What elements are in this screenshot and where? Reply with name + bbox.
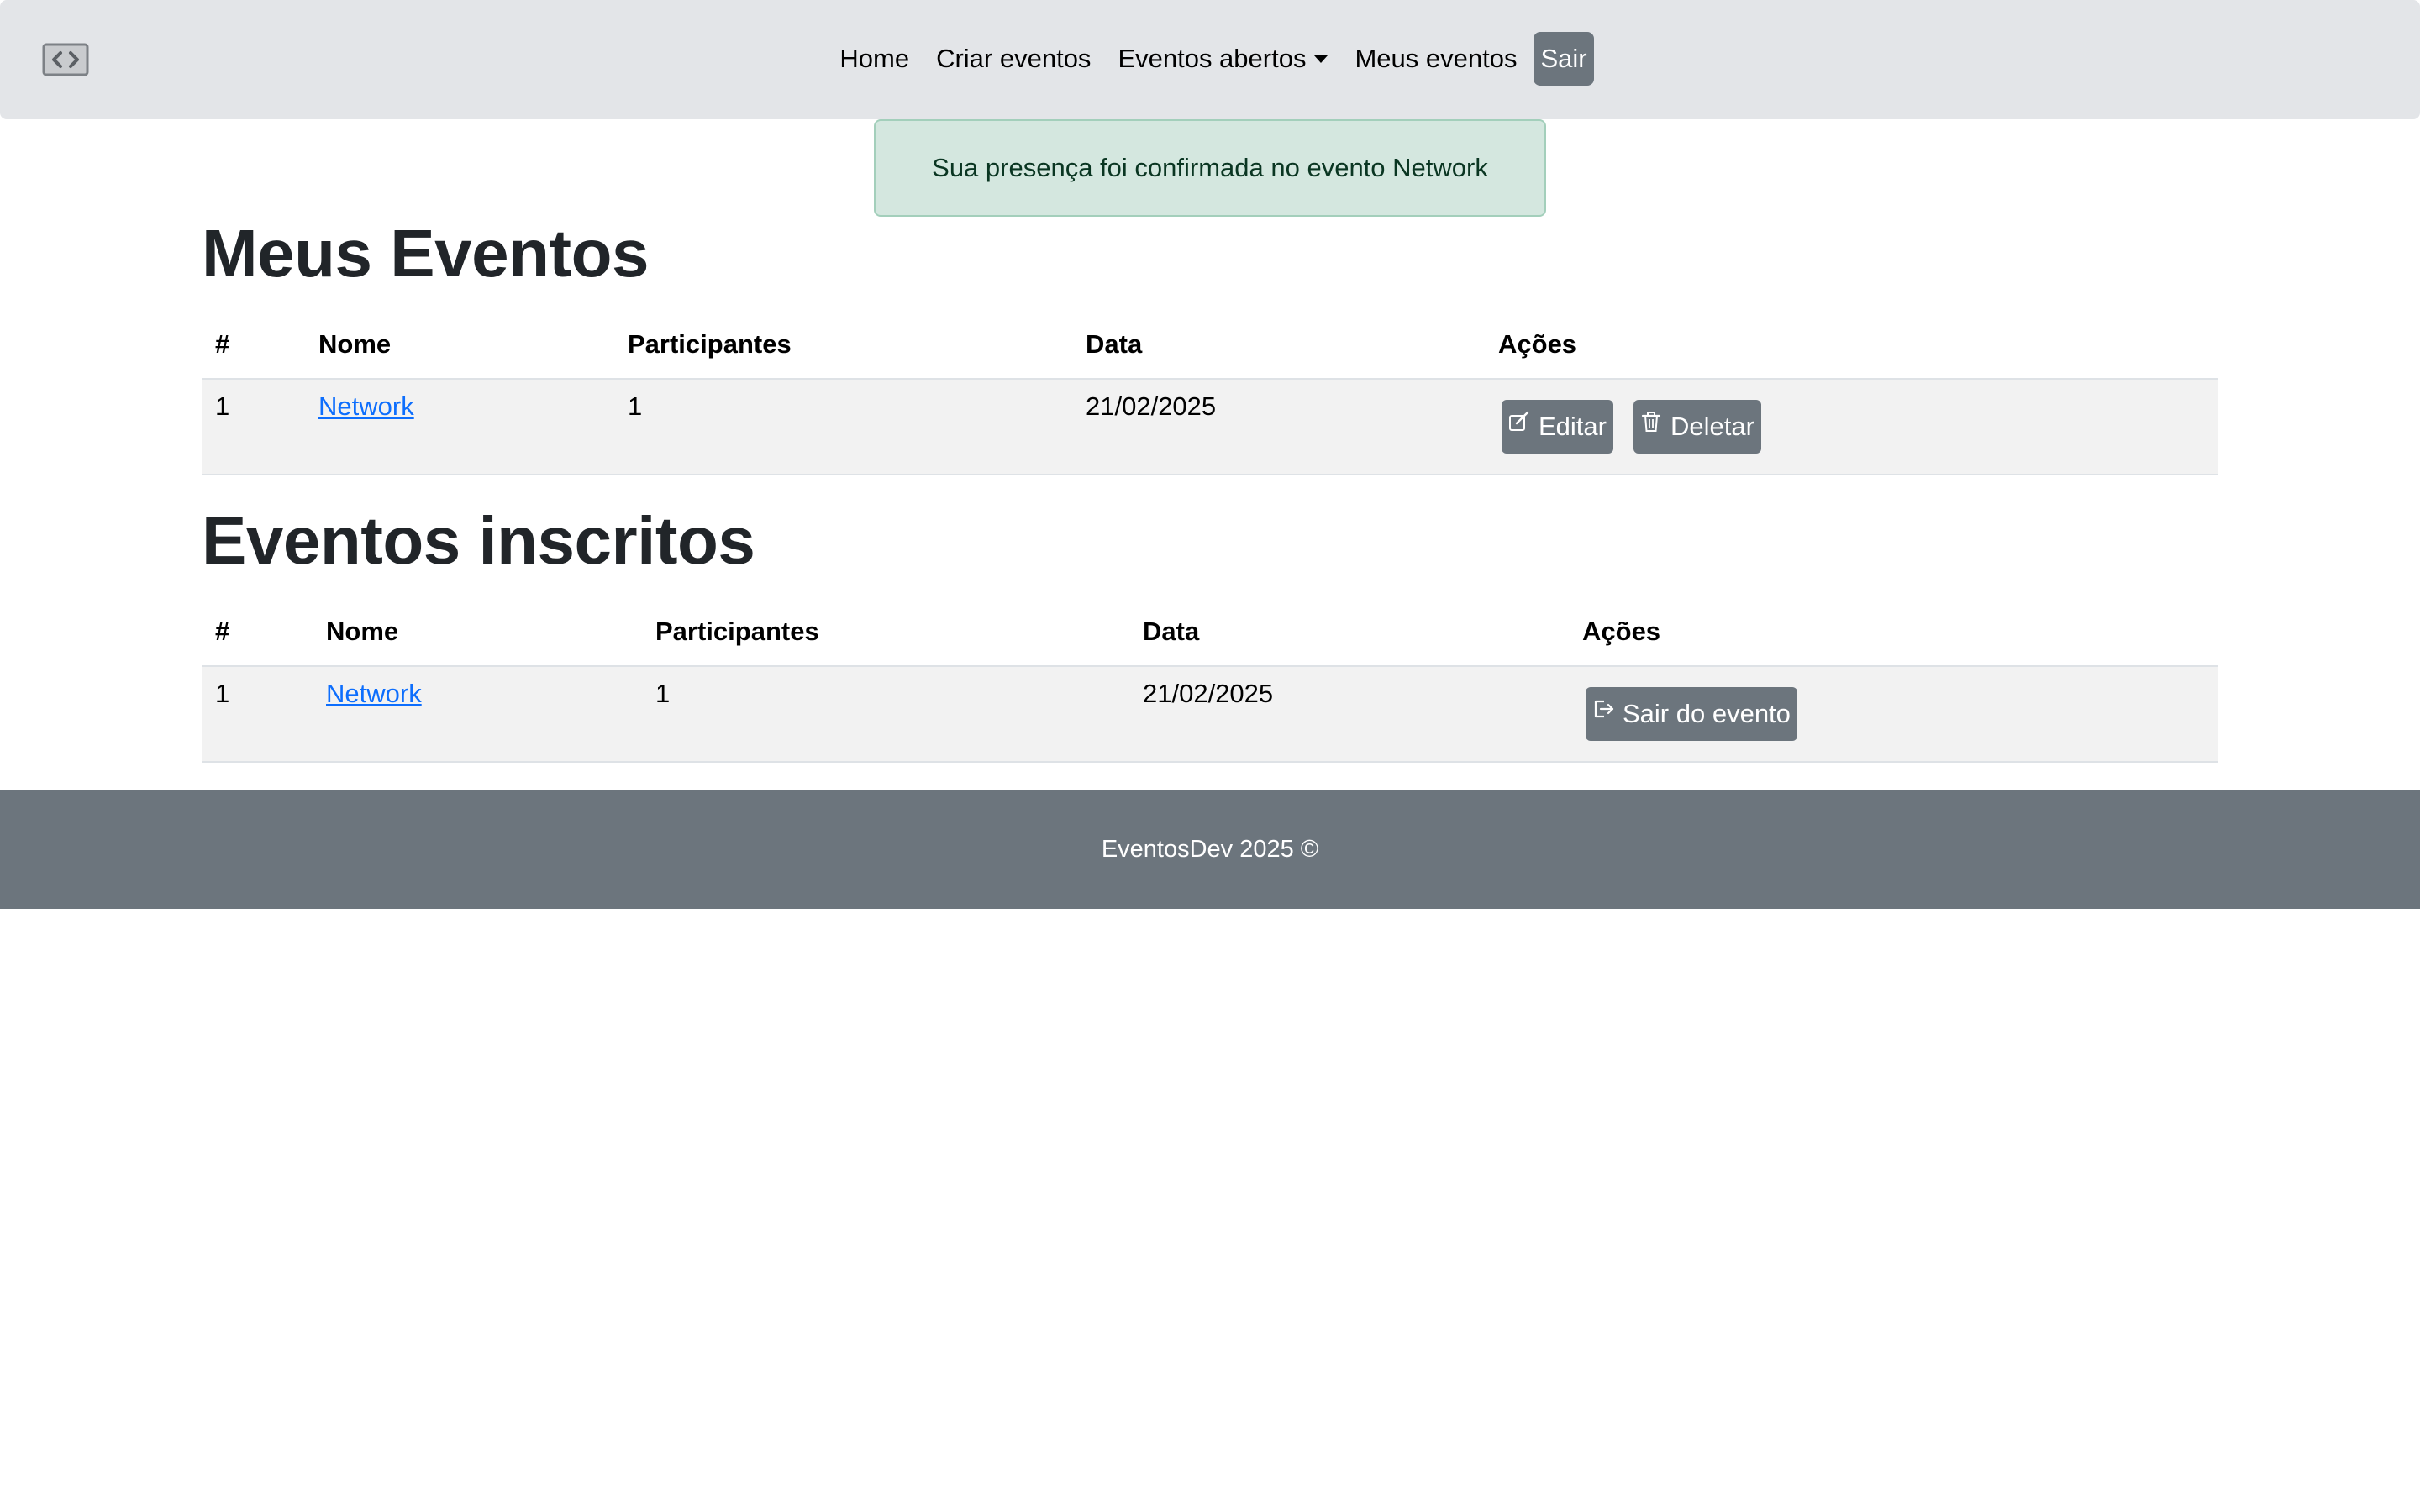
table-row: 1 Network 1 21/02/2025 Editar Deletar — [202, 379, 2218, 475]
column-header-id: # — [202, 310, 305, 380]
nav-eventos-abertos-label: Eventos abertos — [1118, 44, 1307, 73]
column-header-date: Data — [1129, 597, 1569, 667]
cell-name: Network — [313, 666, 642, 763]
exit-icon — [1594, 700, 1614, 718]
cell-actions: Sair do evento — [1569, 666, 2218, 763]
column-header-actions: Ações — [1485, 310, 2218, 380]
leave-event-label: Sair do evento — [1623, 699, 1791, 728]
my-events-table: # Nome Participantes Data Ações 1 Networ… — [202, 310, 2218, 475]
table-header-row: # Nome Participantes Data Ações — [202, 310, 2218, 380]
event-link[interactable]: Network — [326, 679, 422, 708]
cell-participants: 1 — [614, 379, 1072, 475]
nav-home[interactable]: Home — [826, 32, 923, 86]
column-header-id: # — [202, 597, 313, 667]
cell-id: 1 — [202, 379, 305, 475]
success-alert: Sua presença foi confirmada no evento Ne… — [874, 119, 1546, 217]
cell-id: 1 — [202, 666, 313, 763]
column-header-date: Data — [1072, 310, 1485, 380]
leave-event-button[interactable]: Sair do evento — [1586, 687, 1797, 741]
column-header-participants: Participantes — [614, 310, 1072, 380]
logout-button[interactable]: Sair — [1534, 32, 1594, 86]
alert-message: Sua presença foi confirmada no evento Ne… — [932, 153, 1488, 182]
cell-participants: 1 — [642, 666, 1129, 763]
delete-label: Deletar — [1670, 412, 1754, 441]
column-header-name: Nome — [305, 310, 614, 380]
cell-actions: Editar Deletar — [1485, 379, 2218, 475]
table-header-row: # Nome Participantes Data Ações — [202, 597, 2218, 667]
column-header-actions: Ações — [1569, 597, 2218, 667]
column-header-participants: Participantes — [642, 597, 1129, 667]
cell-date: 21/02/2025 — [1129, 666, 1569, 763]
column-header-name: Nome — [313, 597, 642, 667]
my-events-title: Meus Eventos — [202, 216, 649, 291]
subscribed-events-table: # Nome Participantes Data Ações 1 Networ… — [202, 597, 2218, 763]
footer: EventosDev 2025 © — [0, 790, 2420, 909]
nav-criar-eventos[interactable]: Criar eventos — [923, 32, 1104, 86]
cell-date: 21/02/2025 — [1072, 379, 1485, 475]
edit-label: Editar — [1539, 412, 1607, 441]
nav-eventos-abertos-dropdown[interactable]: Eventos abertos — [1104, 32, 1341, 86]
delete-button[interactable]: Deletar — [1633, 400, 1761, 454]
navbar: Home Criar eventos Eventos abertos Meus … — [0, 0, 2420, 119]
event-link[interactable]: Network — [318, 391, 414, 421]
table-row: 1 Network 1 21/02/2025 Sair do evento — [202, 666, 2218, 763]
trash-icon — [1641, 412, 1661, 432]
nav-links: Home Criar eventos Eventos abertos Meus … — [0, 32, 2420, 86]
caret-down-icon — [1314, 55, 1328, 63]
cell-name: Network — [305, 379, 614, 475]
nav-meus-eventos[interactable]: Meus eventos — [1341, 32, 1530, 86]
edit-button[interactable]: Editar — [1502, 400, 1613, 454]
footer-text: EventosDev 2025 © — [1101, 835, 1319, 863]
subscribed-events-title: Eventos inscritos — [202, 503, 755, 578]
edit-icon — [1509, 411, 1529, 431]
